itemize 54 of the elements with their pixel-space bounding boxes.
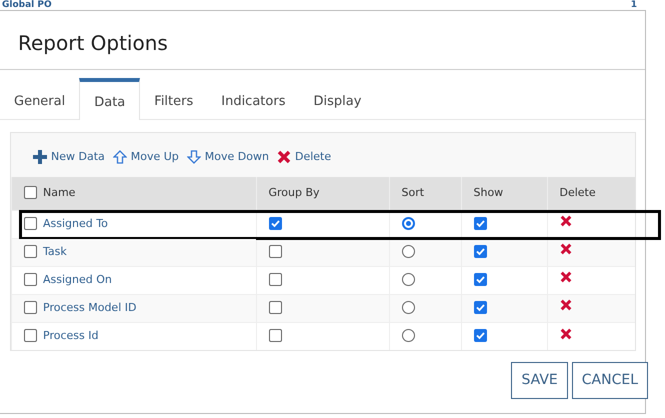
add-button[interactable]: New Data — [33, 148, 105, 165]
group-by-checkbox[interactable] — [268, 301, 282, 314]
show-checkbox[interactable] — [474, 273, 486, 286]
delete-row-icon[interactable] — [560, 299, 572, 312]
delete-button[interactable]: Delete — [276, 148, 332, 165]
row-checkbox[interactable] — [24, 329, 37, 342]
row-checkbox[interactable] — [24, 245, 37, 258]
field-name-link[interactable]: Task — [43, 244, 67, 258]
group-by-checkbox[interactable] — [268, 217, 282, 230]
sort-radio[interactable] — [402, 217, 414, 230]
up-arrow-icon — [112, 150, 127, 164]
column-header: Delete — [560, 186, 596, 199]
down-button[interactable]: Move Down — [186, 148, 269, 165]
delete-row-icon[interactable] — [560, 328, 572, 340]
sort-radio[interactable] — [402, 245, 414, 258]
column-header: Group By — [268, 186, 320, 199]
group-by-checkbox[interactable] — [268, 245, 282, 258]
row-checkbox[interactable] — [24, 273, 37, 286]
row-checkbox[interactable] — [24, 217, 37, 230]
up-button[interactable]: Move Up — [112, 148, 179, 165]
show-checkbox[interactable] — [474, 329, 486, 342]
group-by-checkbox[interactable] — [268, 273, 282, 286]
sort-radio[interactable] — [402, 329, 414, 342]
count-text: 1 — [630, 0, 637, 10]
tab[interactable]: Display — [299, 78, 376, 118]
sort-radio[interactable] — [402, 273, 414, 286]
tab[interactable]: Indicators — [207, 78, 300, 118]
row-checkbox[interactable] — [24, 301, 37, 314]
tab[interactable]: Filters — [140, 78, 208, 118]
cross-icon — [276, 150, 291, 164]
field-name-link[interactable]: Process Id — [43, 329, 98, 342]
column-header: Name — [43, 186, 76, 199]
column-header: Sort — [402, 186, 424, 199]
save-button[interactable]: SAVE — [511, 362, 568, 399]
down-arrow-icon — [186, 150, 201, 164]
tab[interactable]: General — [0, 78, 80, 118]
delete-row-icon[interactable] — [560, 215, 572, 228]
column-header: Show — [474, 186, 504, 199]
field-name-link[interactable]: Process Model ID — [43, 300, 136, 314]
plus-icon — [33, 150, 47, 164]
tab[interactable]: Data — [79, 78, 140, 120]
select-all-checkbox[interactable] — [24, 186, 37, 200]
show-checkbox[interactable] — [474, 301, 486, 314]
group-by-checkbox[interactable] — [268, 329, 282, 342]
show-checkbox[interactable] — [474, 245, 486, 258]
field-name-link[interactable]: Assigned To — [43, 216, 108, 230]
sort-radio[interactable] — [402, 301, 414, 314]
show-checkbox[interactable] — [474, 217, 486, 230]
delete-row-icon[interactable] — [560, 243, 572, 256]
cancel-button[interactable]: CANCEL — [572, 362, 648, 399]
field-name-link[interactable]: Assigned On — [43, 272, 112, 286]
delete-row-icon[interactable] — [560, 271, 572, 284]
dialog-title: Report Options — [0, 11, 645, 70]
page-link[interactable]: Global PO — [2, 0, 52, 10]
